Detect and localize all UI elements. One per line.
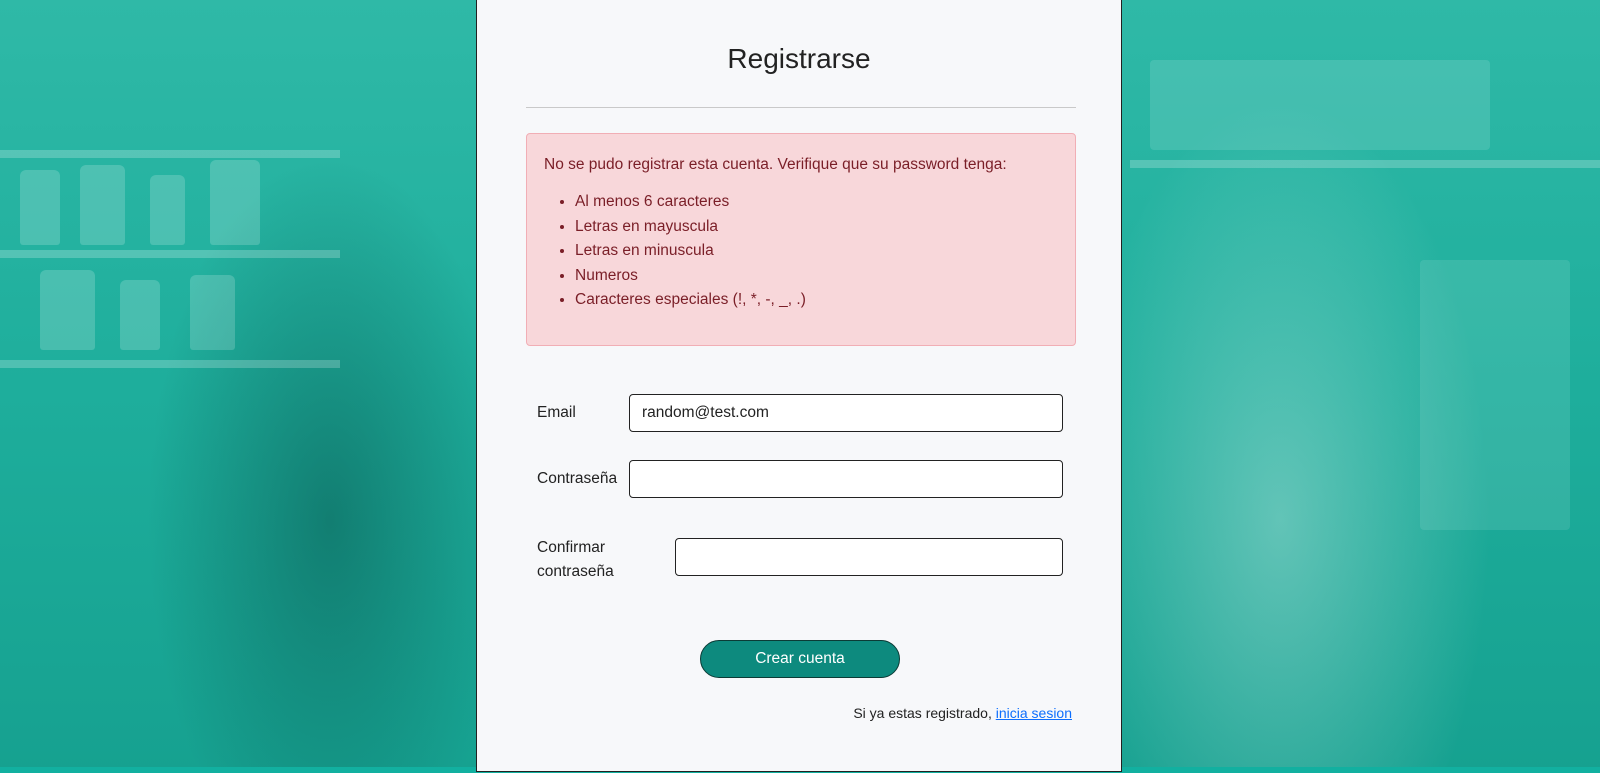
requirement-item: Al menos 6 caracteres [575,190,1059,215]
confirm-password-field[interactable] [675,538,1063,576]
error-message: No se pudo registrar esta cuenta. Verifi… [544,156,1007,173]
requirement-item: Caracteres especiales (!, *, -, _, .) [575,288,1059,313]
confirm-password-label: Confirmar contraseña [537,536,614,584]
background-bottle [210,160,260,245]
background-bottle [80,165,125,245]
page: Registrarse No se pudo registrar esta cu… [0,0,1600,773]
email-label: Email [537,404,576,421]
password-field[interactable] [629,460,1063,498]
login-prompt: Si ya estas registrado, inicia sesion [853,705,1072,721]
title-divider [526,107,1076,108]
requirement-item: Letras en minuscula [575,239,1059,264]
background-shelf [0,250,340,258]
register-card: Registrarse No se pudo registrar esta cu… [476,0,1122,772]
login-prompt-text: Si ya estas registrado, [853,705,996,721]
background-shelf [0,360,340,368]
background-shelf [1130,160,1600,168]
confirm-password-label-line2: contraseña [537,563,614,580]
background-shelf [0,150,340,158]
background-bottle [120,280,160,350]
requirements-list: Al menos 6 caracteres Letras en mayuscul… [544,190,1059,313]
background-bottle [190,275,235,350]
background-rack [1420,260,1570,530]
background-basket [1150,60,1490,150]
confirm-password-label-line1: Confirmar [537,539,606,556]
password-label: Contraseña [537,470,618,487]
requirement-item: Numeros [575,264,1059,289]
page-title: Registrarse [727,43,871,74]
requirement-item: Letras en mayuscula [575,215,1059,240]
background-bottle [40,270,95,350]
email-field[interactable] [629,394,1063,432]
background-bottle [20,170,60,245]
error-alert: No se pudo registrar esta cuenta. Verifi… [526,133,1076,346]
background-bottle [150,175,185,245]
create-account-button[interactable]: Crear cuenta [700,640,900,678]
login-link[interactable]: inicia sesion [996,705,1072,721]
